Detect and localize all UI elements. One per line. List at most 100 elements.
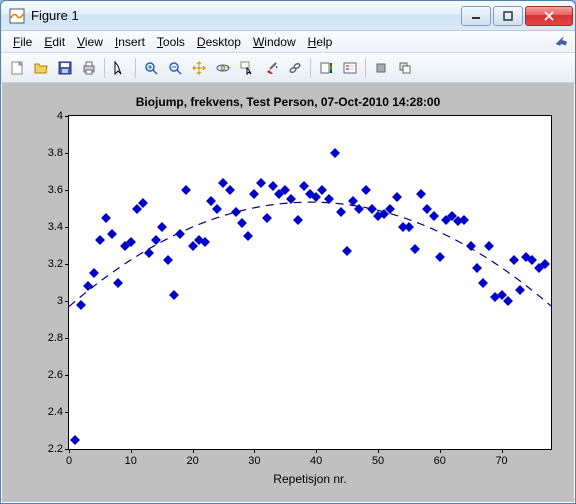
data-point (181, 185, 191, 195)
dock-arrow-icon[interactable] (555, 34, 569, 51)
y-tick-label: 3.4 (39, 221, 63, 233)
x-tick-label: 0 (66, 455, 72, 467)
minimize-button[interactable] (461, 6, 491, 26)
y-tick-label: 3.2 (39, 258, 63, 270)
y-tick-label: 2.4 (39, 406, 63, 418)
data-point (317, 185, 327, 195)
menu-file[interactable]: File (7, 33, 38, 51)
x-tick-label: 70 (495, 455, 507, 467)
data-point (212, 204, 222, 214)
y-tick-label: 2.6 (39, 369, 63, 381)
toolbar (1, 53, 575, 83)
data-point (435, 252, 445, 262)
data-point (478, 278, 488, 288)
data-point (76, 300, 86, 310)
menu-edit[interactable]: Edit (38, 33, 71, 51)
figure-window: Figure 1 File Edit View Insert Tools Des… (0, 0, 576, 504)
x-axis-label: Repetisjon nr. (273, 472, 346, 486)
close-button[interactable] (525, 6, 573, 26)
data-point (83, 281, 93, 291)
y-tick-label: 3 (39, 295, 63, 307)
data-point (225, 185, 235, 195)
data-point (287, 194, 297, 204)
data-point (219, 178, 229, 188)
data-point (107, 229, 117, 239)
y-tick-label: 3.8 (39, 147, 63, 159)
y-tick-label: 2.8 (39, 332, 63, 344)
data-point (113, 278, 123, 288)
x-tick-label: 60 (434, 455, 446, 467)
menu-tools[interactable]: Tools (151, 33, 191, 51)
menu-help[interactable]: Help (302, 33, 339, 51)
x-tick-label: 40 (310, 455, 322, 467)
data-point (336, 207, 346, 217)
titlebar[interactable]: Figure 1 (1, 1, 575, 31)
insert-legend-button[interactable] (338, 56, 362, 80)
data-cursor-button[interactable] (235, 56, 259, 80)
data-point (392, 192, 402, 202)
x-tick-label: 20 (186, 455, 198, 467)
data-point (70, 435, 80, 445)
data-point (95, 235, 105, 245)
data-point (416, 189, 426, 199)
window-title: Figure 1 (31, 8, 461, 23)
axes-container: Biojump, frekvens, Test Person, 07-Oct-2… (10, 95, 566, 494)
data-point (169, 290, 179, 300)
data-point (410, 244, 420, 254)
data-point (293, 215, 303, 225)
data-point (175, 229, 185, 239)
toolbar-separator (135, 58, 136, 78)
menu-desktop[interactable]: Desktop (191, 33, 247, 51)
zoom-out-button[interactable] (163, 56, 187, 80)
x-tick-label: 10 (125, 455, 137, 467)
data-point (311, 192, 321, 202)
app-icon (9, 8, 25, 24)
data-point (509, 255, 519, 265)
y-tick-label: 2.2 (39, 443, 63, 455)
data-point (144, 248, 154, 258)
chart-title: Biojump, frekvens, Test Person, 07-Oct-2… (10, 95, 566, 109)
data-point (342, 246, 352, 256)
data-point (361, 185, 371, 195)
rotate-3d-button[interactable] (211, 56, 235, 80)
link-data-button[interactable] (283, 56, 307, 80)
maximize-button[interactable] (493, 6, 523, 26)
data-point (101, 213, 111, 223)
x-tick-label: 30 (248, 455, 260, 467)
menu-window[interactable]: Window (247, 33, 302, 51)
zoom-in-button[interactable] (139, 56, 163, 80)
open-button[interactable] (29, 56, 53, 80)
y-tick-label: 3.6 (39, 184, 63, 196)
edit-plot-button[interactable] (108, 56, 132, 80)
menu-view[interactable]: View (71, 33, 109, 51)
show-plot-tools-button[interactable] (393, 56, 417, 80)
data-point (330, 148, 340, 158)
print-button[interactable] (77, 56, 101, 80)
save-button[interactable] (53, 56, 77, 80)
new-figure-button[interactable] (5, 56, 29, 80)
menu-insert[interactable]: Insert (109, 33, 151, 51)
y-tick-label: 4 (39, 110, 63, 122)
data-point (528, 255, 538, 265)
data-point (89, 268, 99, 278)
data-point (466, 241, 476, 251)
hide-plot-tools-button[interactable] (369, 56, 393, 80)
figure-canvas: Biojump, frekvens, Test Person, 07-Oct-2… (2, 83, 574, 502)
data-point (354, 204, 364, 214)
data-point (151, 235, 161, 245)
pan-button[interactable] (187, 56, 211, 80)
data-point (163, 255, 173, 265)
toolbar-separator (104, 58, 105, 78)
toolbar-separator (310, 58, 311, 78)
data-point (472, 263, 482, 273)
axes[interactable]: Momentanfrekvens (Hz) Repetisjon nr. 2.2… (68, 115, 552, 450)
data-point (429, 211, 439, 221)
insert-colorbar-button[interactable] (314, 56, 338, 80)
data-point (460, 215, 470, 225)
data-point (237, 218, 247, 228)
window-controls (461, 6, 573, 26)
x-tick-label: 50 (372, 455, 384, 467)
toolbar-separator (365, 58, 366, 78)
brush-button[interactable] (259, 56, 283, 80)
data-point (243, 231, 253, 241)
